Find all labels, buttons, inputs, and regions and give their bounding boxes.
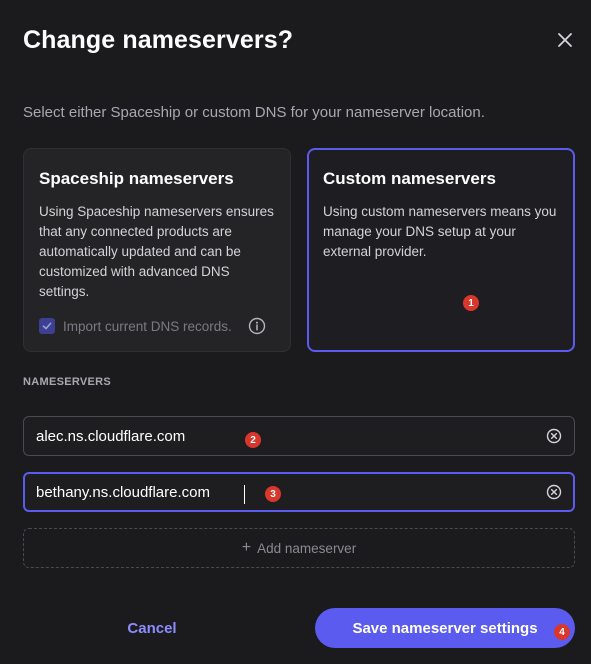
nameserver-field-2 [23, 472, 575, 512]
import-dns-checkbox[interactable] [39, 318, 55, 334]
spaceship-nameservers-option[interactable]: Spaceship nameservers Using Spaceship na… [23, 148, 291, 352]
annotation-marker: 3 [265, 486, 281, 502]
change-nameservers-dialog: Change nameservers? Select either Spaces… [0, 0, 591, 664]
dialog-title: Change nameservers? [23, 26, 294, 54]
custom-nameservers-option[interactable]: Custom nameservers Using custom nameserv… [307, 148, 575, 352]
plus-icon: + [241, 539, 252, 556]
annotation-marker: 2 [245, 432, 261, 448]
text-caret [244, 485, 245, 504]
option-title: Custom nameservers [323, 169, 496, 188]
nameserver-input-1[interactable] [36, 417, 546, 455]
cancel-button[interactable]: Cancel [82, 608, 222, 648]
option-description: Using Spaceship nameservers ensures that… [39, 204, 274, 299]
option-description: Using custom nameservers means you manag… [323, 204, 557, 259]
nameservers-section-label: NAMESERVERS [23, 376, 112, 388]
save-nameserver-settings-button[interactable]: Save nameserver settings [315, 608, 575, 648]
close-button[interactable] [553, 28, 577, 52]
add-nameserver-button[interactable]: + Add nameserver [23, 528, 575, 568]
check-icon [42, 322, 52, 330]
nameserver-input-2[interactable] [36, 474, 546, 510]
import-dns-label: Import current DNS records. [63, 318, 232, 334]
annotation-marker: 1 [463, 295, 479, 311]
info-icon[interactable] [248, 317, 266, 335]
clear-circle-icon[interactable] [546, 428, 562, 444]
add-nameserver-label: Add nameserver [257, 540, 357, 556]
nameserver-field-1 [23, 416, 575, 456]
annotation-marker: 4 [554, 624, 570, 640]
option-title: Spaceship nameservers [39, 169, 234, 188]
clear-circle-icon[interactable] [546, 484, 562, 500]
close-icon [558, 33, 572, 47]
dialog-subtitle: Select either Spaceship or custom DNS fo… [23, 104, 485, 121]
import-dns-records-row: Import current DNS records. [39, 317, 266, 335]
